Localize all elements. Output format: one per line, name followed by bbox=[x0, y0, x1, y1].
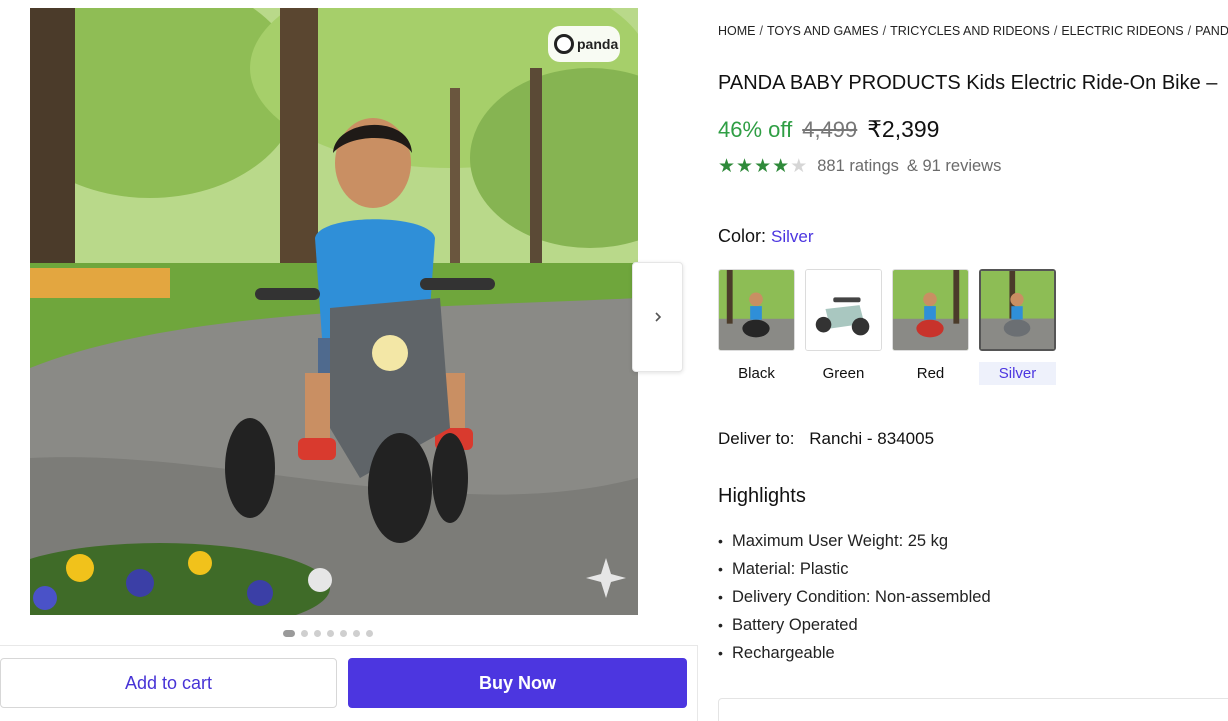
divider bbox=[0, 645, 698, 646]
pagination-dot[interactable] bbox=[353, 630, 360, 637]
list-item: • Material: Plastic bbox=[718, 558, 991, 586]
pagination-dot[interactable] bbox=[301, 630, 308, 637]
pagination-dot[interactable] bbox=[283, 630, 295, 637]
breadcrumb-home[interactable]: HOME bbox=[718, 24, 756, 38]
product-title: PANDA BABY PRODUCTS Kids Electric Ride-O… bbox=[718, 72, 1218, 94]
star-rating: ★ ★ ★ ★ ★ bbox=[718, 157, 807, 176]
highlights-list: • Maximum User Weight: 25 kg • Material: P… bbox=[718, 530, 991, 670]
list-item: • Delivery Condition: Non-assembled bbox=[718, 586, 991, 614]
discount-percent: 46% off bbox=[718, 117, 793, 142]
reviews-count[interactable]: & 91 reviews bbox=[907, 157, 1001, 176]
color-swatch-green[interactable] bbox=[805, 269, 882, 351]
breadcrumb-electric-rideons[interactable]: ELECTRIC RIDEONS bbox=[1061, 24, 1183, 38]
deliver-to-label: Deliver to: bbox=[718, 429, 795, 448]
highlight-text: Delivery Condition: Non-assembled bbox=[732, 588, 991, 606]
color-selector-label: Color: Silver bbox=[718, 226, 814, 247]
bullet-icon: • bbox=[718, 561, 723, 577]
list-item: • Maximum User Weight: 25 kg bbox=[718, 530, 991, 558]
selling-price: ₹2,399 bbox=[867, 116, 940, 142]
color-option-red[interactable]: Red bbox=[892, 362, 969, 385]
color-option-green[interactable]: Green bbox=[805, 362, 882, 385]
delivery-location: Deliver to: Ranchi - 834005 bbox=[718, 429, 934, 449]
next-section-card bbox=[718, 698, 1228, 721]
add-to-cart-button[interactable]: Add to cart bbox=[0, 658, 337, 708]
product-main-image[interactable]: panda bbox=[30, 8, 638, 615]
panda-icon bbox=[554, 34, 574, 54]
brand-logo-text: panda bbox=[577, 36, 619, 52]
bullet-icon: • bbox=[718, 645, 723, 661]
breadcrumb-separator: / bbox=[882, 24, 887, 38]
breadcrumb-separator: / bbox=[1187, 24, 1192, 38]
highlights-title: Highlights bbox=[718, 485, 806, 507]
list-item: • Battery Operated bbox=[718, 614, 991, 642]
buy-now-button[interactable]: Buy Now bbox=[348, 658, 687, 708]
bullet-icon: • bbox=[718, 533, 723, 549]
breadcrumb-panda[interactable]: PANDA bbox=[1195, 24, 1228, 38]
color-swatch-red[interactable] bbox=[892, 269, 969, 351]
pagination-dot[interactable] bbox=[366, 630, 373, 637]
breadcrumb-toys-and-games[interactable]: TOYS AND GAMES bbox=[767, 24, 879, 38]
highlight-text: Battery Operated bbox=[732, 616, 858, 634]
selected-color: Silver bbox=[771, 227, 814, 246]
bullet-icon: • bbox=[718, 589, 723, 605]
pagination-dot[interactable] bbox=[314, 630, 321, 637]
color-option-silver[interactable]: Silver bbox=[979, 362, 1056, 385]
color-label-text: Color: bbox=[718, 226, 767, 246]
breadcrumb-separator: / bbox=[1053, 24, 1058, 38]
pagination-dot[interactable] bbox=[340, 630, 347, 637]
rating-row: ★ ★ ★ ★ ★ 881 ratings & 91 reviews bbox=[718, 157, 1001, 176]
chevron-right-icon bbox=[654, 312, 661, 322]
star-icon: ★ bbox=[736, 156, 754, 177]
color-option-black[interactable]: Black bbox=[718, 362, 795, 385]
star-icon: ★ bbox=[718, 156, 736, 177]
star-icon: ★ bbox=[790, 156, 808, 177]
delivery-location-value[interactable]: Ranchi - 834005 bbox=[809, 429, 934, 448]
list-item: • Rechargeable bbox=[718, 642, 991, 670]
price-row: 46% off 4,499 ₹2,399 bbox=[718, 116, 939, 143]
brand-logo-badge: panda bbox=[548, 26, 620, 62]
highlight-text: Rechargeable bbox=[732, 644, 835, 662]
ratings-count[interactable]: 881 ratings bbox=[817, 157, 899, 176]
breadcrumb: HOME / TOYS AND GAMES / TRICYCLES AND RI… bbox=[718, 24, 1228, 38]
divider bbox=[697, 645, 698, 721]
pagination-dot[interactable] bbox=[327, 630, 334, 637]
next-image-button[interactable] bbox=[632, 262, 683, 372]
star-icon: ★ bbox=[754, 156, 772, 177]
breadcrumb-tricycles-and-rideons[interactable]: TRICYCLES AND RIDEONS bbox=[890, 24, 1050, 38]
bullet-icon: • bbox=[718, 617, 723, 633]
highlight-text: Material: Plastic bbox=[732, 560, 849, 578]
star-icon: ★ bbox=[772, 156, 790, 177]
original-price: 4,499 bbox=[802, 117, 858, 142]
breadcrumb-separator: / bbox=[759, 24, 763, 38]
color-swatch-black[interactable] bbox=[718, 269, 795, 351]
gallery-pagination bbox=[283, 630, 373, 637]
highlight-text: Maximum User Weight: 25 kg bbox=[732, 532, 949, 550]
color-swatch-silver[interactable] bbox=[979, 269, 1056, 351]
